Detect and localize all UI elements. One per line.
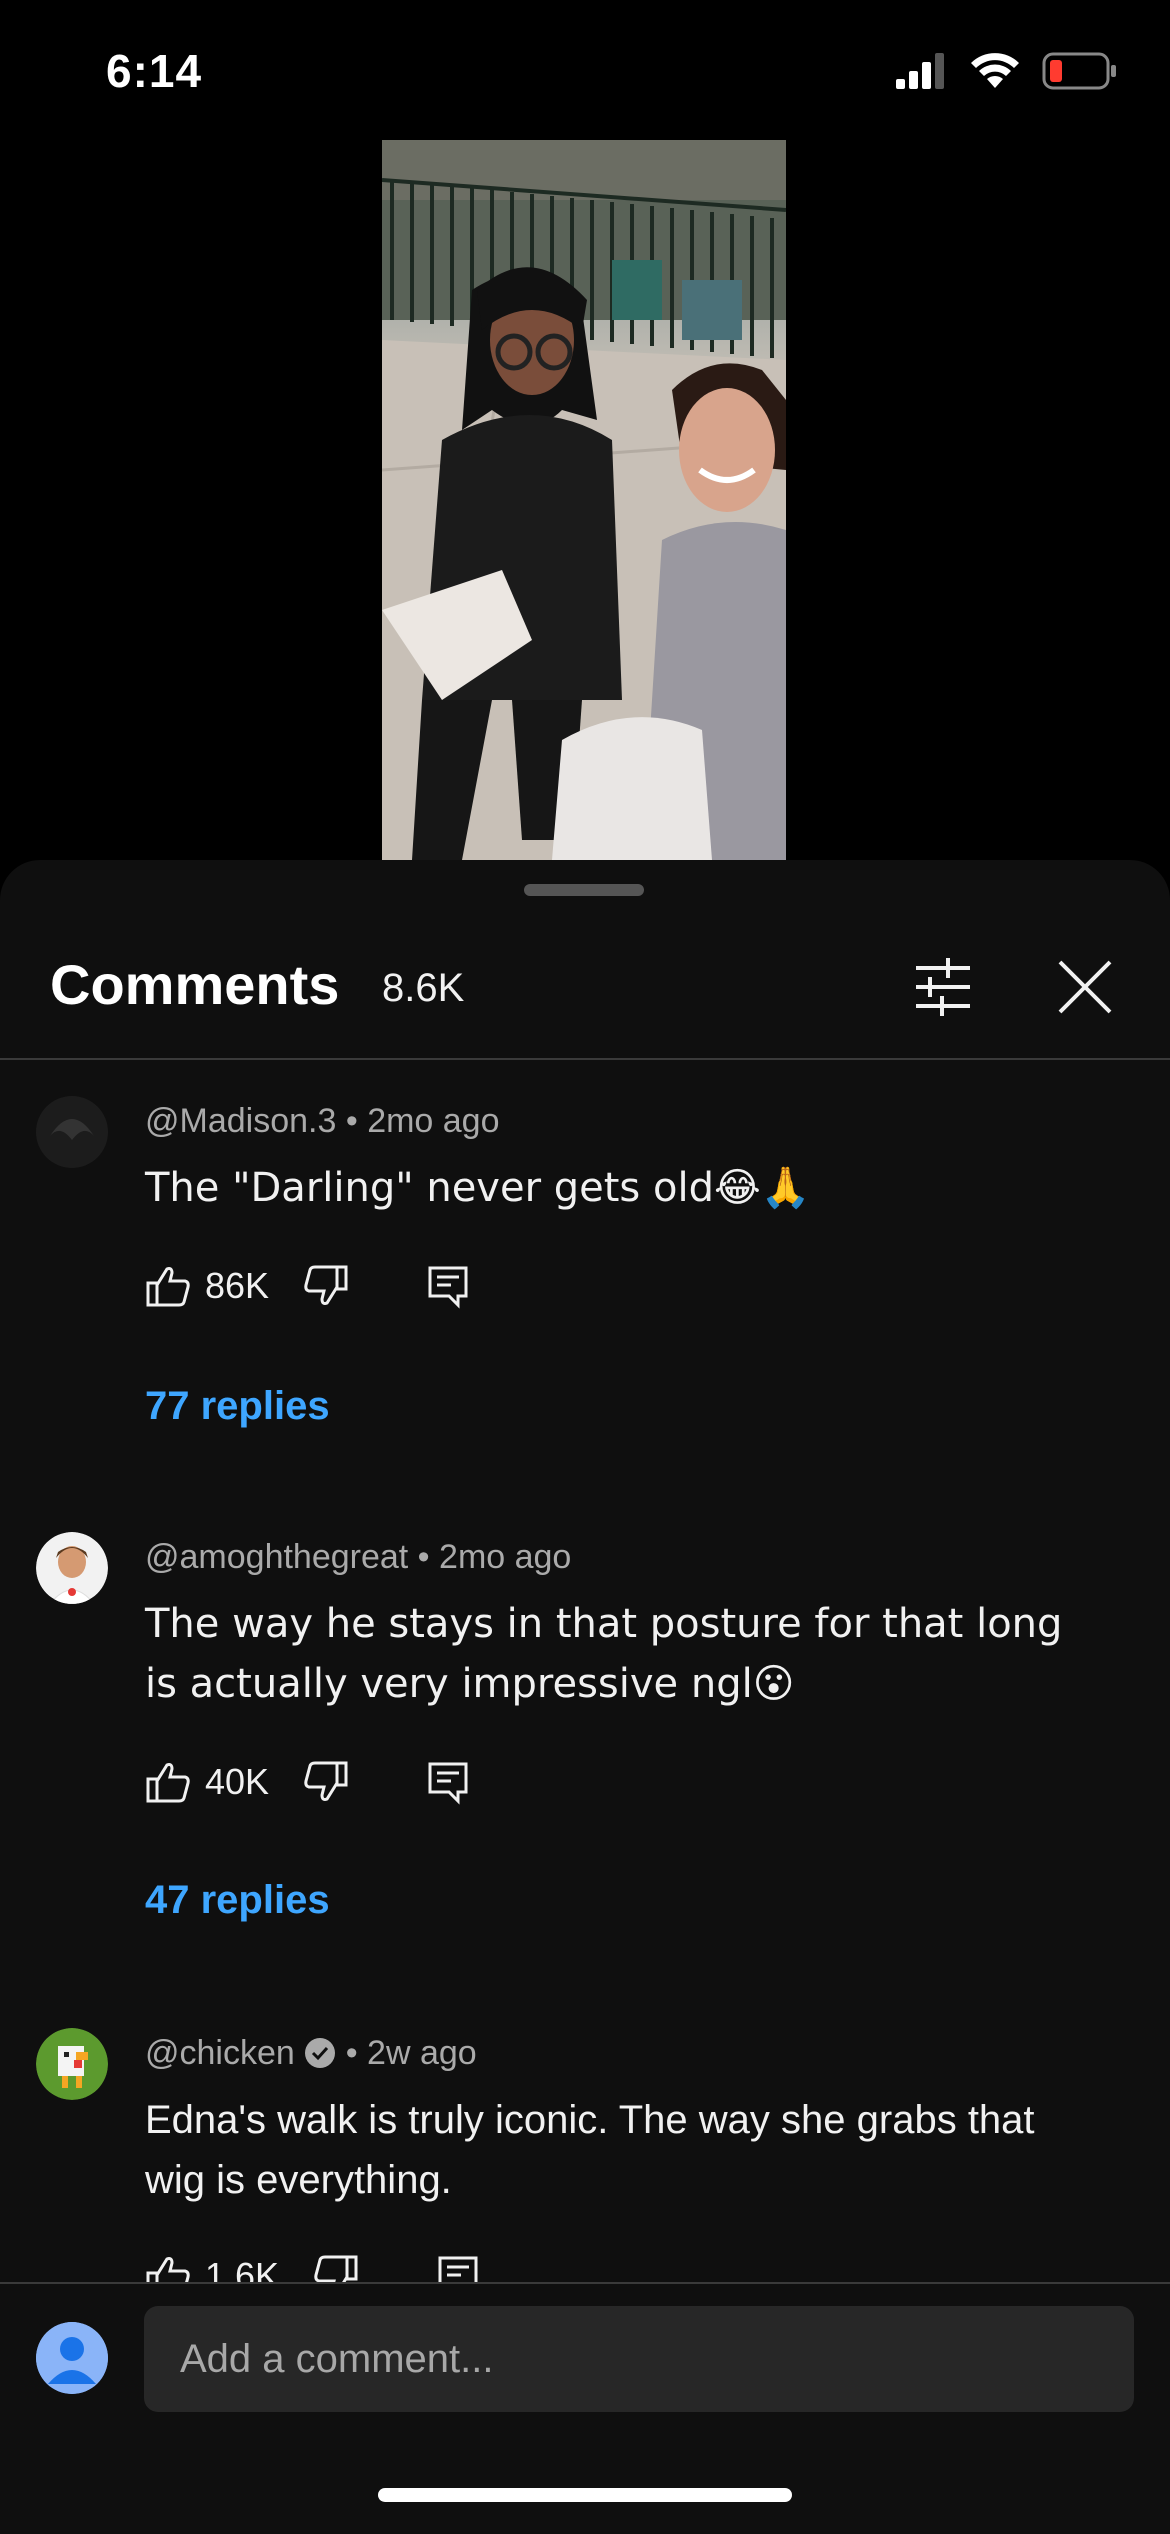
reply-icon[interactable] [425, 1263, 471, 1309]
comment-author[interactable]: @chicken [145, 2034, 295, 2072]
comment-actions: 40K [145, 1752, 471, 1812]
view-replies-link[interactable]: 47 replies [145, 1878, 330, 1923]
comment-author[interactable]: @amoghthegreat [145, 1538, 408, 1576]
home-indicator[interactable] [378, 2488, 792, 2502]
close-button[interactable] [1050, 952, 1120, 1022]
like-icon[interactable] [145, 1759, 191, 1805]
comment-text: The way he stays in that posture for tha… [145, 1601, 1063, 1707]
battery-icon [1042, 52, 1116, 90]
like-count: 86K [205, 1265, 270, 1306]
comment-author[interactable]: @Madison.3 [145, 1102, 336, 1140]
signal-icon [896, 53, 944, 89]
user-avatar[interactable] [36, 2322, 108, 2394]
status-icons [896, 52, 1118, 90]
dislike-icon[interactable] [303, 1263, 349, 1309]
reply-icon[interactable] [425, 1759, 471, 1805]
sheet-title: Comments [50, 953, 340, 1016]
comment-age: 2mo ago [367, 1102, 500, 1140]
avatar[interactable] [36, 2028, 108, 2100]
video-frame-illustration [382, 140, 786, 860]
comment-count: 8.6K [382, 966, 465, 1010]
add-comment-input[interactable] [144, 2306, 1134, 2412]
comment-text: The "Darling" never gets old😂🙏 [145, 1165, 811, 1211]
avatar[interactable] [36, 1532, 108, 1604]
avatar-image [36, 2028, 108, 2100]
video-player[interactable] [382, 140, 786, 860]
dislike-icon[interactable] [303, 1759, 349, 1805]
verified-icon [305, 2038, 336, 2068]
drag-handle[interactable] [524, 884, 644, 896]
avatar[interactable] [36, 1096, 108, 1168]
view-replies-link[interactable]: 77 replies [145, 1384, 330, 1429]
filter-button[interactable] [908, 952, 978, 1022]
filter-icon [916, 958, 970, 1016]
user-icon [36, 2322, 108, 2394]
header-divider [0, 1058, 1170, 1060]
like-count: 40K [205, 1761, 270, 1802]
avatar-image [36, 1096, 108, 1168]
wifi-icon [971, 53, 1019, 88]
comment-actions: 86K [145, 1256, 471, 1316]
comment-age: 2w ago [367, 2034, 477, 2072]
close-icon [1058, 960, 1112, 1014]
status-time: 6:14 [106, 45, 203, 97]
like-icon[interactable] [145, 1263, 191, 1309]
comment-meta: @chicken • 2w ago [145, 2034, 477, 2072]
comment-age: 2mo ago [439, 1538, 572, 1576]
comment-meta: @Madison.3 • 2mo ago [145, 1102, 500, 1140]
comment-meta: @amoghthegreat • 2mo ago [145, 1538, 572, 1576]
comment-text: Edna's walk is truly iconic. The way she… [145, 2098, 1035, 2202]
avatar-image [36, 1532, 108, 1604]
